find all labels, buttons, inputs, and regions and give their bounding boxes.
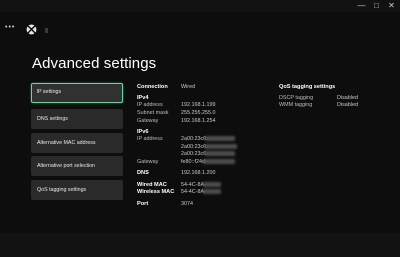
- app-header: [0, 12, 400, 50]
- redacted-blur: [203, 159, 235, 164]
- qos-header: QoS tagging settings: [279, 84, 336, 90]
- ipv4-ip-value: 192.168.1.199: [181, 102, 216, 108]
- ipv4-gateway-value: 192.168.1.254: [181, 118, 216, 124]
- page-title: Advanced settings: [32, 55, 157, 72]
- ipv6-ip-value-1: 2a00:23c6:: [181, 136, 208, 142]
- close-button[interactable]: ✕: [385, 0, 398, 12]
- redacted-blur: [205, 151, 235, 156]
- ipv4-subnet-value: 255.255.255.0: [181, 110, 216, 116]
- wired-mac-label: Wired MAC: [137, 182, 167, 188]
- wmm-tagging-label: WMM tagging: [279, 102, 313, 108]
- bottom-bar: [0, 233, 400, 257]
- dscp-tagging-label: DSCP tagging: [279, 95, 314, 101]
- minimize-button[interactable]: —: [355, 0, 368, 12]
- maximize-button[interactable]: □: [370, 0, 383, 12]
- nav-alternative-mac-address[interactable]: Alternative MAC address: [31, 133, 123, 153]
- nav-ip-settings[interactable]: IP settings: [31, 83, 123, 103]
- ipv6-header: IPv6: [137, 129, 149, 135]
- port-label: Port: [137, 201, 149, 207]
- ipv4-header: IPv4: [137, 95, 149, 101]
- connection-label: Connection: [137, 84, 168, 90]
- port-value: 3074: [181, 201, 193, 207]
- dns-value: 192.168.1.200: [181, 170, 216, 176]
- nav-label: Alternative MAC address: [37, 140, 96, 146]
- nav-label: DNS settings: [37, 116, 68, 122]
- redacted-blur: [205, 144, 237, 149]
- redacted-blur: [205, 136, 235, 141]
- nav-dns-settings[interactable]: DNS settings: [31, 109, 123, 129]
- ipv4-gateway-label: Gateway: [137, 118, 159, 124]
- dns-label: DNS: [137, 170, 149, 176]
- xbox-logo-icon[interactable]: [26, 24, 37, 35]
- connection-value: Wired: [181, 84, 196, 90]
- wmm-tagging-value: Disabled: [337, 102, 358, 108]
- dscp-tagging-value: Disabled: [337, 95, 358, 101]
- nav-label: Alternative port selection: [37, 163, 96, 169]
- redacted-blur: [203, 182, 221, 187]
- ipv6-ip-label: IP address: [137, 136, 163, 142]
- nav-label: QoS tagging settings: [37, 187, 87, 193]
- ipv4-subnet-label: Subnet mask: [137, 110, 169, 116]
- wireless-mac-label: Wireless MAC: [137, 189, 175, 195]
- redacted-blur: [203, 189, 221, 194]
- window-title-bar: — □ ✕: [0, 0, 400, 12]
- header-divider: [45, 28, 48, 33]
- ipv6-ip-value-2: 2a00:23c6:: [181, 144, 208, 150]
- ipv4-ip-label: IP address: [137, 102, 163, 108]
- ipv6-gateway-label: Gateway: [137, 159, 159, 165]
- nav-label: IP settings: [36, 89, 62, 95]
- more-options-button[interactable]: •••: [5, 24, 15, 31]
- nav-qos-tagging-settings[interactable]: QoS tagging settings: [31, 180, 123, 200]
- ipv6-ip-value-3: 2a00:23c6:: [181, 151, 208, 157]
- nav-alternative-port-selection[interactable]: Alternative port selection: [31, 156, 123, 176]
